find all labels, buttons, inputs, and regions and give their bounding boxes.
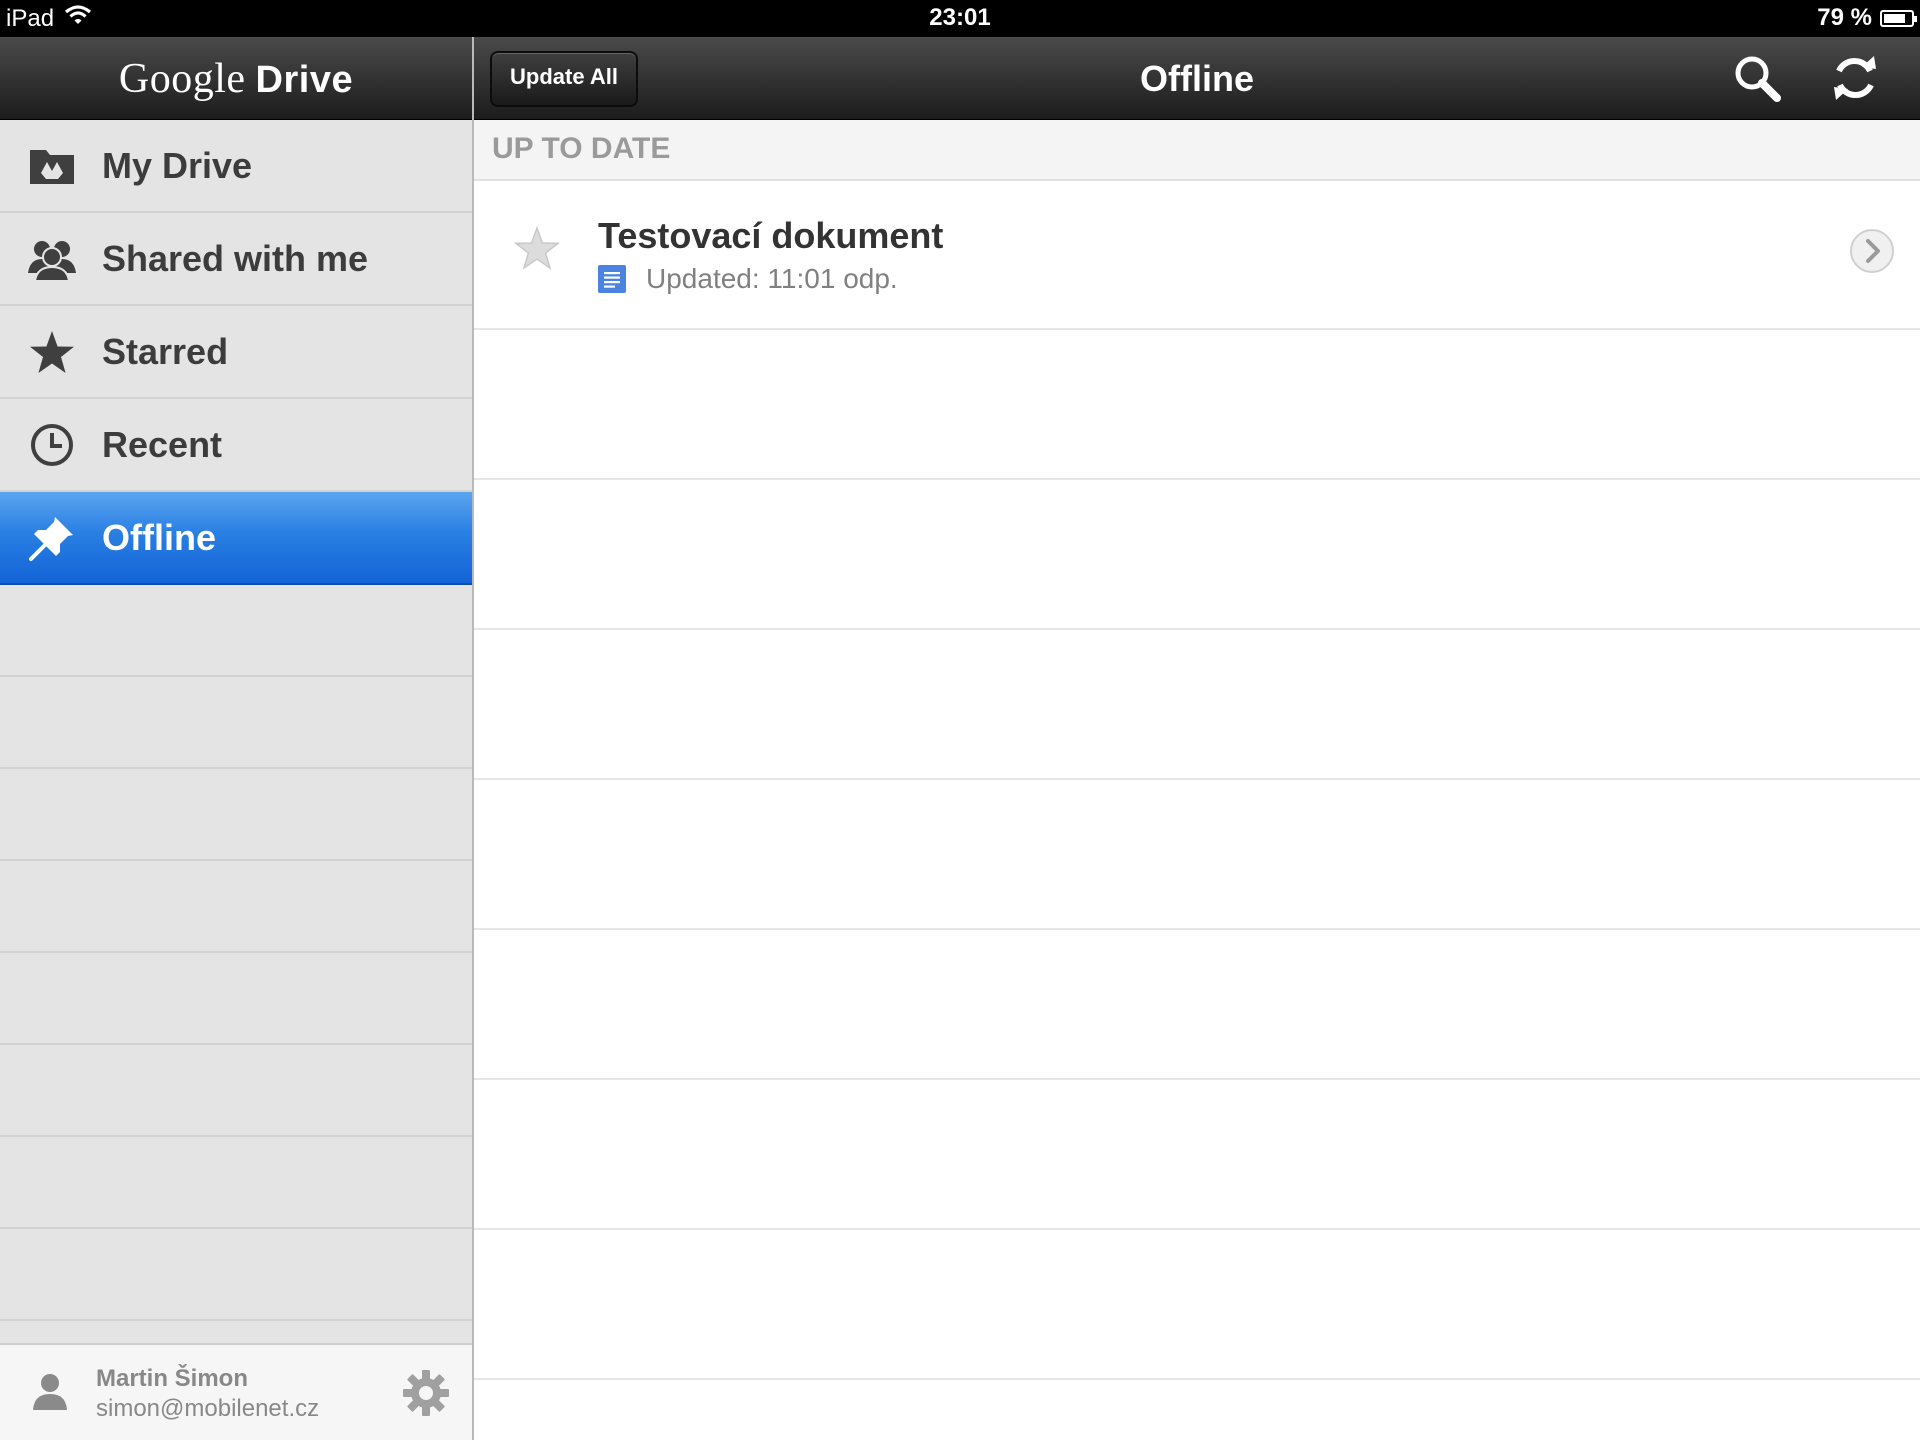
sidebar-empty-row [0,861,472,953]
page-title: Offline [1140,58,1254,99]
empty-row [474,1230,1920,1380]
pin-icon [25,511,79,565]
gear-icon[interactable] [402,1369,450,1422]
status-left: iPad [6,4,92,33]
logo-drive-text: Drive [255,58,354,101]
top-toolbar: Update All Offline [474,37,1920,120]
star-icon [25,325,79,379]
status-bar: iPad 23:01 79 % [0,0,1920,37]
logo-google-text: Google [118,55,246,102]
sidebar-empty-row [0,585,472,677]
sidebar-empty-row [0,953,472,1045]
document-title: Testovací dokument [598,215,944,256]
main-content: Update All Offline UP TO DATE Testovací … [474,37,1920,1440]
sidebar-empty-row [0,769,472,861]
sidebar-item-recent[interactable]: Recent [0,399,472,492]
account-footer[interactable]: Martin Šimon simon@mobilenet.cz [0,1343,472,1440]
google-doc-icon [598,265,626,293]
sidebar-empty-row [0,1045,472,1137]
sidebar-item-shared-with-me[interactable]: Shared with me [0,213,472,306]
sidebar-item-label: Recent [102,423,223,465]
document-row[interactable]: Testovací dokument Updated: 11:01 odp. [474,181,1920,330]
star-outline-icon[interactable] [513,225,561,275]
clock-icon [25,418,79,472]
update-all-button[interactable]: Update All [490,51,638,107]
status-time: 23:01 [929,4,991,31]
sidebar-header: Google Drive [0,37,472,120]
battery-percent: 79 % [1817,4,1872,31]
battery-icon [1880,9,1917,27]
user-name: Martin Šimon [96,1365,249,1392]
chevron-right-icon[interactable] [1848,227,1896,280]
sidebar-empty-row [0,1137,472,1229]
empty-row [474,330,1920,480]
sidebar-item-label: My Drive [102,144,253,186]
sidebar-item-starred[interactable]: Starred [0,306,472,399]
empty-row [474,1080,1920,1230]
status-right: 79 % [1817,4,1917,32]
sidebar-item-label: Shared with me [102,237,369,279]
avatar-icon [32,1372,68,1415]
user-email: simon@mobilenet.cz [96,1395,320,1422]
device-label: iPad [6,4,55,32]
people-icon [25,232,79,286]
sidebar-item-label: Starred [102,330,229,372]
empty-row [474,930,1920,1080]
sidebar: Google Drive My Drive Shared with me Sta… [0,37,474,1440]
drive-folder-icon [25,139,79,193]
sidebar-empty-row [0,677,472,769]
section-header-up-to-date: UP TO DATE [474,120,1920,181]
wifi-icon [64,4,92,33]
google-drive-logo: Google Drive [119,54,353,103]
empty-row [474,480,1920,630]
sidebar-item-my-drive[interactable]: My Drive [0,120,472,213]
search-icon[interactable] [1732,53,1782,108]
sidebar-empty-row [0,1229,472,1321]
refresh-icon[interactable] [1830,53,1880,108]
sidebar-item-offline[interactable]: Offline [0,492,472,585]
empty-row [474,780,1920,930]
document-meta: Updated: 11:01 odp. [598,263,898,295]
sidebar-item-label: Offline [102,516,216,558]
document-updated-time: Updated: 11:01 odp. [646,263,898,294]
empty-row [474,630,1920,780]
